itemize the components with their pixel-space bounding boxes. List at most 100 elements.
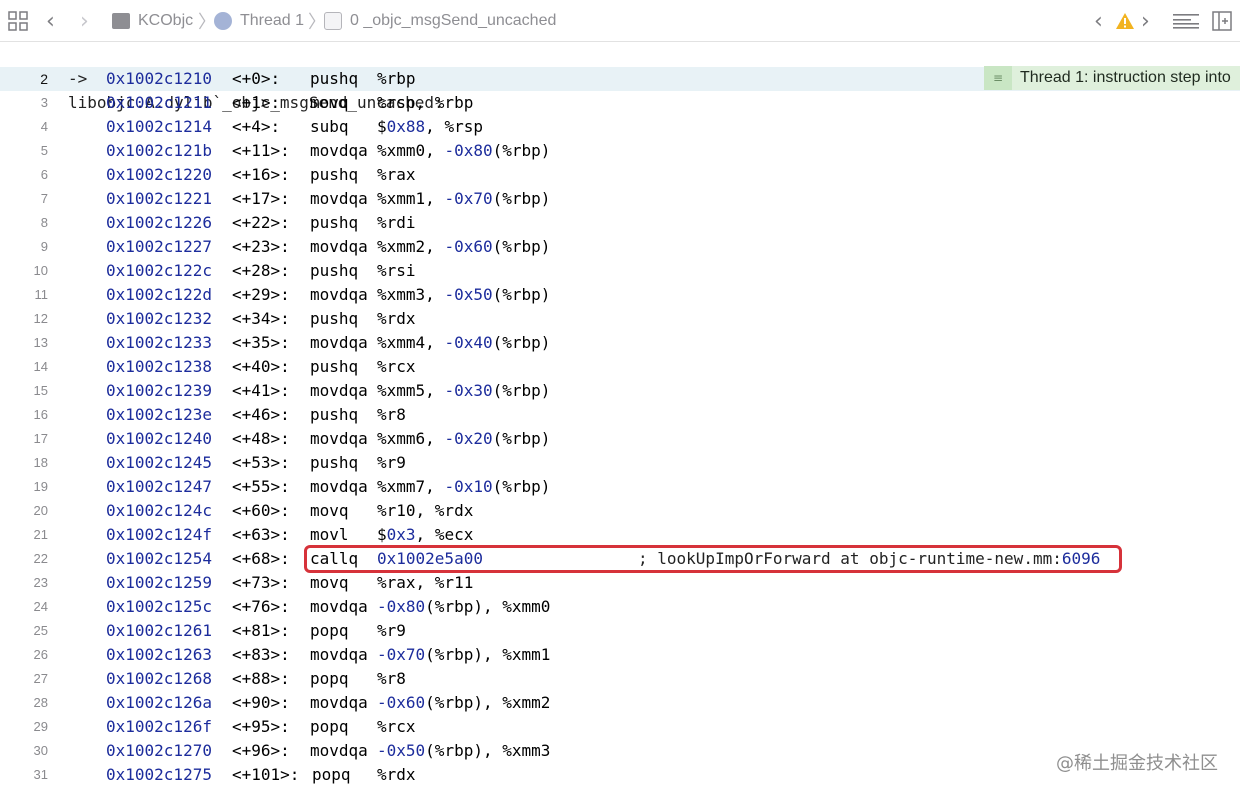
instruction-opcode: pushq <box>310 165 359 184</box>
instruction-operands: %xmm4, -0x40(%rbp) <box>377 333 551 352</box>
breadcrumb-project[interactable]: KCObjc <box>112 0 193 42</box>
code-line: 25 0x1002c1261 <+81>: popq %r9 <box>0 619 1240 643</box>
code-line: 10 0x1002c122c <+28>: pushq %rsi <box>0 259 1240 283</box>
instruction-offset: <+28>: <box>232 261 290 280</box>
editor-options-button[interactable] <box>1173 0 1199 42</box>
instruction-address: 0x1002c1211 <box>106 93 212 112</box>
instruction-opcode: movdqa <box>310 693 368 712</box>
instruction-offset: <+101>: <box>232 765 300 784</box>
related-items-button[interactable] <box>8 0 28 42</box>
line-number: 28 <box>33 695 48 710</box>
instruction-address: 0x1002c1227 <box>106 237 212 256</box>
code-line: 3 0x1002c1211 <+1>: movq %rsp, %rbp <box>0 91 1240 115</box>
instruction-offset: <+88>: <box>232 669 290 688</box>
instruction-address: 0x1002c1210 <box>106 69 212 88</box>
instruction-address: 0x1002c1263 <box>106 645 212 664</box>
code-line: 4 0x1002c1214 <+4>: subq $0x88, %rsp <box>0 115 1240 139</box>
line-number: 21 <box>33 527 48 542</box>
back-button[interactable]: ‹ <box>46 0 55 42</box>
instruction-offset: <+29>: <box>232 285 290 304</box>
instruction-offset: <+81>: <box>232 621 290 640</box>
instruction-offset: <+40>: <box>232 357 290 376</box>
instruction-opcode: movdqa <box>310 429 368 448</box>
instruction-opcode: movdqa <box>310 645 368 664</box>
instruction-address: 0x1002c122c <box>106 261 212 280</box>
forward-button[interactable]: › <box>80 0 89 42</box>
line-number: 14 <box>33 359 48 374</box>
warning-button[interactable] <box>1115 0 1135 42</box>
breadcrumb-frame-label: 0 _objc_msgSend_uncached <box>350 12 557 29</box>
code-line: 28 0x1002c126a <+90>: movdqa -0x60(%rbp), %x… <box>0 691 1240 715</box>
instruction-offset: <+48>: <box>232 429 290 448</box>
project-icon <box>112 13 130 29</box>
code-line: 18 0x1002c1245 <+53>: pushq %r9 <box>0 451 1240 475</box>
instruction-operands: %rdx <box>377 309 416 328</box>
line-number: 2 <box>40 71 48 87</box>
breadcrumb-frame[interactable]: 0 _objc_msgSend_uncached <box>324 0 556 42</box>
instruction-operands: -0x70(%rbp), %xmm1 <box>377 645 551 664</box>
instruction-operands: %xmm2, -0x60(%rbp) <box>377 237 551 256</box>
instruction-opcode: popq <box>312 765 351 784</box>
instruction-operands: %xmm5, -0x30(%rbp) <box>377 381 551 400</box>
instruction-offset: <+55>: <box>232 477 290 496</box>
instruction-opcode: popq <box>310 669 349 688</box>
instruction-pointer-arrow: -> <box>68 69 88 88</box>
code-line: 11 0x1002c122d <+29>: movdqa %xmm3, -0x50(%r… <box>0 283 1240 307</box>
breadcrumb-thread-label: Thread 1 <box>240 12 305 29</box>
instruction-offset: <+11>: <box>232 141 290 160</box>
instruction-operands: %rcx <box>377 717 416 736</box>
instruction-operands: %xmm1, -0x70(%rbp) <box>377 189 551 208</box>
instruction-opcode: movq <box>310 573 349 592</box>
instruction-operands: %xmm0, -0x80(%rbp) <box>377 141 551 160</box>
instruction-operands: %r8 <box>377 405 406 424</box>
instruction-opcode: pushq <box>310 405 359 424</box>
instruction-offset: <+73>: <box>232 573 290 592</box>
instruction-offset: <+17>: <box>232 189 290 208</box>
instruction-address: 0x1002c1220 <box>106 165 212 184</box>
line-number: 6 <box>40 167 48 182</box>
add-editor-button[interactable] <box>1212 0 1232 42</box>
code-line: 19 0x1002c1247 <+55>: movdqa %xmm7, -0x10(%r… <box>0 475 1240 499</box>
instruction-address: 0x1002c126f <box>106 717 212 736</box>
next-issue-button[interactable]: › <box>1141 0 1150 42</box>
line-number: 8 <box>40 215 48 230</box>
instruction-opcode: movdqa <box>310 189 368 208</box>
instruction-offset: <+35>: <box>232 333 290 352</box>
instruction-offset: <+83>: <box>232 645 290 664</box>
breadcrumb-thread[interactable]: Thread 1 <box>214 0 304 42</box>
code-line: 15 0x1002c1239 <+41>: movdqa %xmm5, -0x30(%r… <box>0 379 1240 403</box>
instruction-address: 0x1002c1226 <box>106 213 212 232</box>
disassembly-view[interactable]: 1 libobjc.A.dylib`_objc_msgSend_uncached… <box>0 42 1240 795</box>
line-number: 12 <box>33 311 48 326</box>
stack-frame-icon <box>324 12 342 30</box>
instruction-opcode: popq <box>310 621 349 640</box>
instruction-address: 0x1002c1259 <box>106 573 212 592</box>
instruction-offset: <+53>: <box>232 453 290 472</box>
instruction-opcode: movq <box>310 93 349 112</box>
code-line: 29 0x1002c126f <+95>: popq %rcx <box>0 715 1240 739</box>
instruction-operands: $0x88, %rsp <box>377 117 483 136</box>
line-number: 4 <box>40 119 48 134</box>
instruction-address: 0x1002c1232 <box>106 309 212 328</box>
breadcrumb-project-label: KCObjc <box>138 12 194 29</box>
instruction-opcode: pushq <box>310 261 359 280</box>
line-number: 13 <box>33 335 48 350</box>
instruction-offset: <+41>: <box>232 381 290 400</box>
watermark: @稀土掘金技术社区 <box>1056 753 1218 774</box>
previous-issue-button[interactable]: ‹ <box>1094 0 1103 42</box>
line-number: 15 <box>33 383 48 398</box>
code-line: 1 libobjc.A.dylib`_objc_msgSend_uncached… <box>0 43 1240 112</box>
split-editor-icon <box>1212 11 1232 31</box>
line-number: 18 <box>33 455 48 470</box>
instruction-opcode: pushq <box>310 357 359 376</box>
banner-text: Thread 1: instruction step into <box>1020 69 1231 86</box>
line-number: 23 <box>33 575 48 590</box>
instruction-address: 0x1002c121b <box>106 141 212 160</box>
instruction-opcode: pushq <box>310 213 359 232</box>
line-number: 24 <box>33 599 48 614</box>
line-number: 31 <box>33 767 48 782</box>
code-line: 9 0x1002c1227 <+23>: movdqa %xmm2, -0x60(%rb… <box>0 235 1240 259</box>
code-line: 27 0x1002c1268 <+88>: popq %r8 <box>0 667 1240 691</box>
code-line: 16 0x1002c123e <+46>: pushq %r8 <box>0 403 1240 427</box>
line-number: 16 <box>33 407 48 422</box>
